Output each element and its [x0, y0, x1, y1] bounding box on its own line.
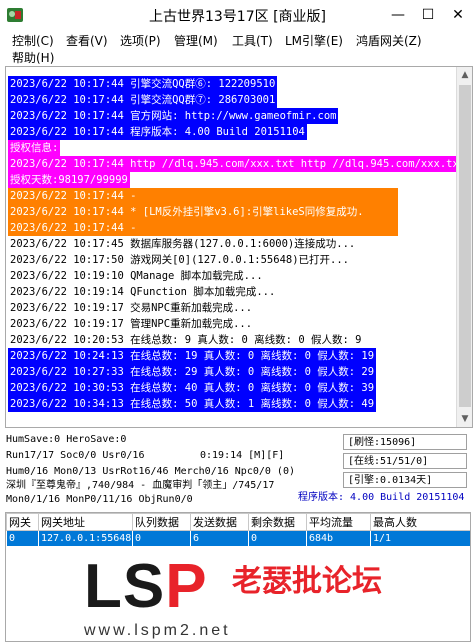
- status-hum: Hum0/16 Mon0/13 UsrRot16/46 Merch0/16 Np…: [6, 466, 295, 477]
- log-line: 2023/6/22 10:19:17 交易NPC重新加载完成...: [10, 302, 253, 314]
- close-button[interactable]: ✕: [443, 2, 473, 28]
- log-panel[interactable]: 2023/6/22 10:17:44 引擎交流QQ群⑥: 122209510 2…: [5, 66, 473, 428]
- log-line: 2023/6/22 10:17:44 引擎交流QQ群⑥: 122209510: [8, 76, 278, 92]
- column-header[interactable]: 网关: [6, 513, 39, 531]
- log-line: 授权信息:: [8, 140, 61, 156]
- column-header[interactable]: 最高人数: [370, 513, 470, 531]
- table-cell: 0: [248, 530, 307, 547]
- minimize-button[interactable]: —: [383, 2, 413, 28]
- log-line: 2023/6/22 10:30:53 在线总数: 40 真人数: 0 离线数: …: [8, 380, 377, 396]
- maximize-button[interactable]: ☐: [413, 2, 443, 28]
- log-line: 2023/6/22 10:24:13 在线总数: 19 真人数: 0 离线数: …: [8, 348, 377, 364]
- status-spawn-box: [刷怪:15096]: [343, 434, 467, 450]
- scroll-up-icon[interactable]: ▲: [457, 67, 472, 83]
- table-cell: 0: [132, 530, 191, 547]
- log-line: 2023/6/22 10:17:50 游戏网关[0](127.0.0.1:556…: [10, 254, 350, 266]
- log-line: 2023/6/22 10:17:44 官方网站: http://www.game…: [8, 108, 339, 124]
- scroll-thumb[interactable]: [459, 85, 471, 407]
- status-run: Run17/17 Soc0/0 Usr0/16: [6, 450, 145, 461]
- log-line: 2023/6/22 10:19:10 QManage 脚本加载完成...: [10, 270, 263, 282]
- status-online-box: [在线:51/51/0]: [343, 453, 467, 469]
- log-line: 2023/6/22 10:27:33 在线总数: 29 真人数: 0 离线数: …: [8, 364, 377, 380]
- column-header[interactable]: 队列数据: [132, 513, 191, 531]
- column-header[interactable]: 平均流量: [306, 513, 371, 531]
- menu-control[interactable]: 控制(C): [10, 32, 56, 50]
- column-header[interactable]: 发送数据: [190, 513, 249, 531]
- status-mon: Mon0/1/16 MonP0/11/16 ObjRun0/0: [6, 494, 193, 505]
- menu-help[interactable]: 帮助(H): [10, 49, 56, 67]
- log-line: 2023/6/22 10:17:45 数据库服务器(127.0.0.1:6000…: [10, 238, 356, 250]
- log-line: 授权天数:98197/99999: [8, 172, 130, 188]
- log-line: 2023/6/22 10:17:44 * [LM反外挂引擎v3.6]:引擎lik…: [8, 204, 398, 220]
- log-line: 2023/6/22 10:19:14 QFunction 脚本加载完成...: [10, 286, 276, 298]
- watermark-site-name: 老瑟批论坛: [232, 564, 382, 599]
- table-cell: 6: [190, 530, 249, 547]
- title-bar: 上古世界13号17区 [商业版] — ☐ ✕: [0, 0, 475, 30]
- log-line: 2023/6/22 10:19:17 管理NPC重新加载完成...: [10, 318, 253, 330]
- log-line: 2023/6/22 10:17:44 引擎交流QQ群⑦: 286703001: [8, 92, 278, 108]
- log-line: 2023/6/22 10:34:13 在线总数: 50 真人数: 1 离线数: …: [8, 396, 377, 412]
- log-list: 2023/6/22 10:17:44 引擎交流QQ群⑥: 122209510 2…: [6, 67, 456, 427]
- status-panel: HumSave:0 HeroSave:0 Run17/17 Soc0/0 Usr…: [0, 430, 475, 510]
- log-line: 2023/6/22 10:17:44 程序版本: 4.00 Build 2015…: [8, 124, 307, 140]
- status-engine-box: [引擎:0.0134天]: [343, 472, 467, 488]
- menu-bar: 控制(C) 查看(V) 选项(P) 管理(M) 工具(T) LM引擎(E) 鸿盾…: [0, 30, 475, 66]
- menu-manage[interactable]: 管理(M): [172, 32, 220, 50]
- scroll-down-icon[interactable]: ▼: [457, 411, 472, 427]
- menu-view[interactable]: 查看(V): [64, 32, 110, 50]
- watermark: LSP 老瑟批论坛 www.lspm2.net: [84, 552, 394, 644]
- status-map: 深圳『至尊鬼帝』,740/984 - 血魔审判「领主」/745/17: [6, 480, 275, 491]
- watermark-url: www.lspm2.net: [84, 622, 231, 639]
- table-header-row: 网关 网关地址 队列数据 发送数据 剩余数据 平均流量 最高人数: [6, 513, 470, 531]
- log-scrollbar[interactable]: ▲ ▼: [456, 67, 472, 427]
- status-time: 0:19:14 [M][F]: [200, 450, 285, 461]
- table-cell: 1/1: [370, 530, 470, 547]
- log-line: 2023/6/22 10:17:44 http //dlq.945.com/xx…: [8, 156, 456, 172]
- watermark-logo: LSP: [84, 552, 208, 621]
- log-line: 2023/6/22 10:17:44 -: [8, 220, 398, 236]
- table-cell: 684b: [306, 530, 371, 547]
- column-header[interactable]: 剩余数据: [248, 513, 307, 531]
- status-save: HumSave:0 HeroSave:0: [6, 434, 127, 445]
- table-cell: 127.0.0.1:55648: [38, 530, 133, 547]
- column-header[interactable]: 网关地址: [38, 513, 133, 531]
- table-cell: 0: [6, 530, 39, 547]
- log-line: 2023/6/22 10:20:53 在线总数: 9 真人数: 0 离线数: 0…: [10, 334, 362, 346]
- table-row[interactable]: 0 127.0.0.1:55648 0 6 0 684b 1/1: [6, 530, 470, 547]
- menu-tools[interactable]: 工具(T): [230, 32, 275, 50]
- menu-options[interactable]: 选项(P): [118, 32, 163, 50]
- menu-hongdun-gateway[interactable]: 鸿盾网关(Z): [354, 32, 424, 50]
- status-version: 程序版本: 4.00 Build 20151104: [298, 492, 465, 503]
- menu-lm-engine[interactable]: LM引擎(E): [283, 32, 345, 50]
- log-line: 2023/6/22 10:17:44 -: [8, 188, 398, 204]
